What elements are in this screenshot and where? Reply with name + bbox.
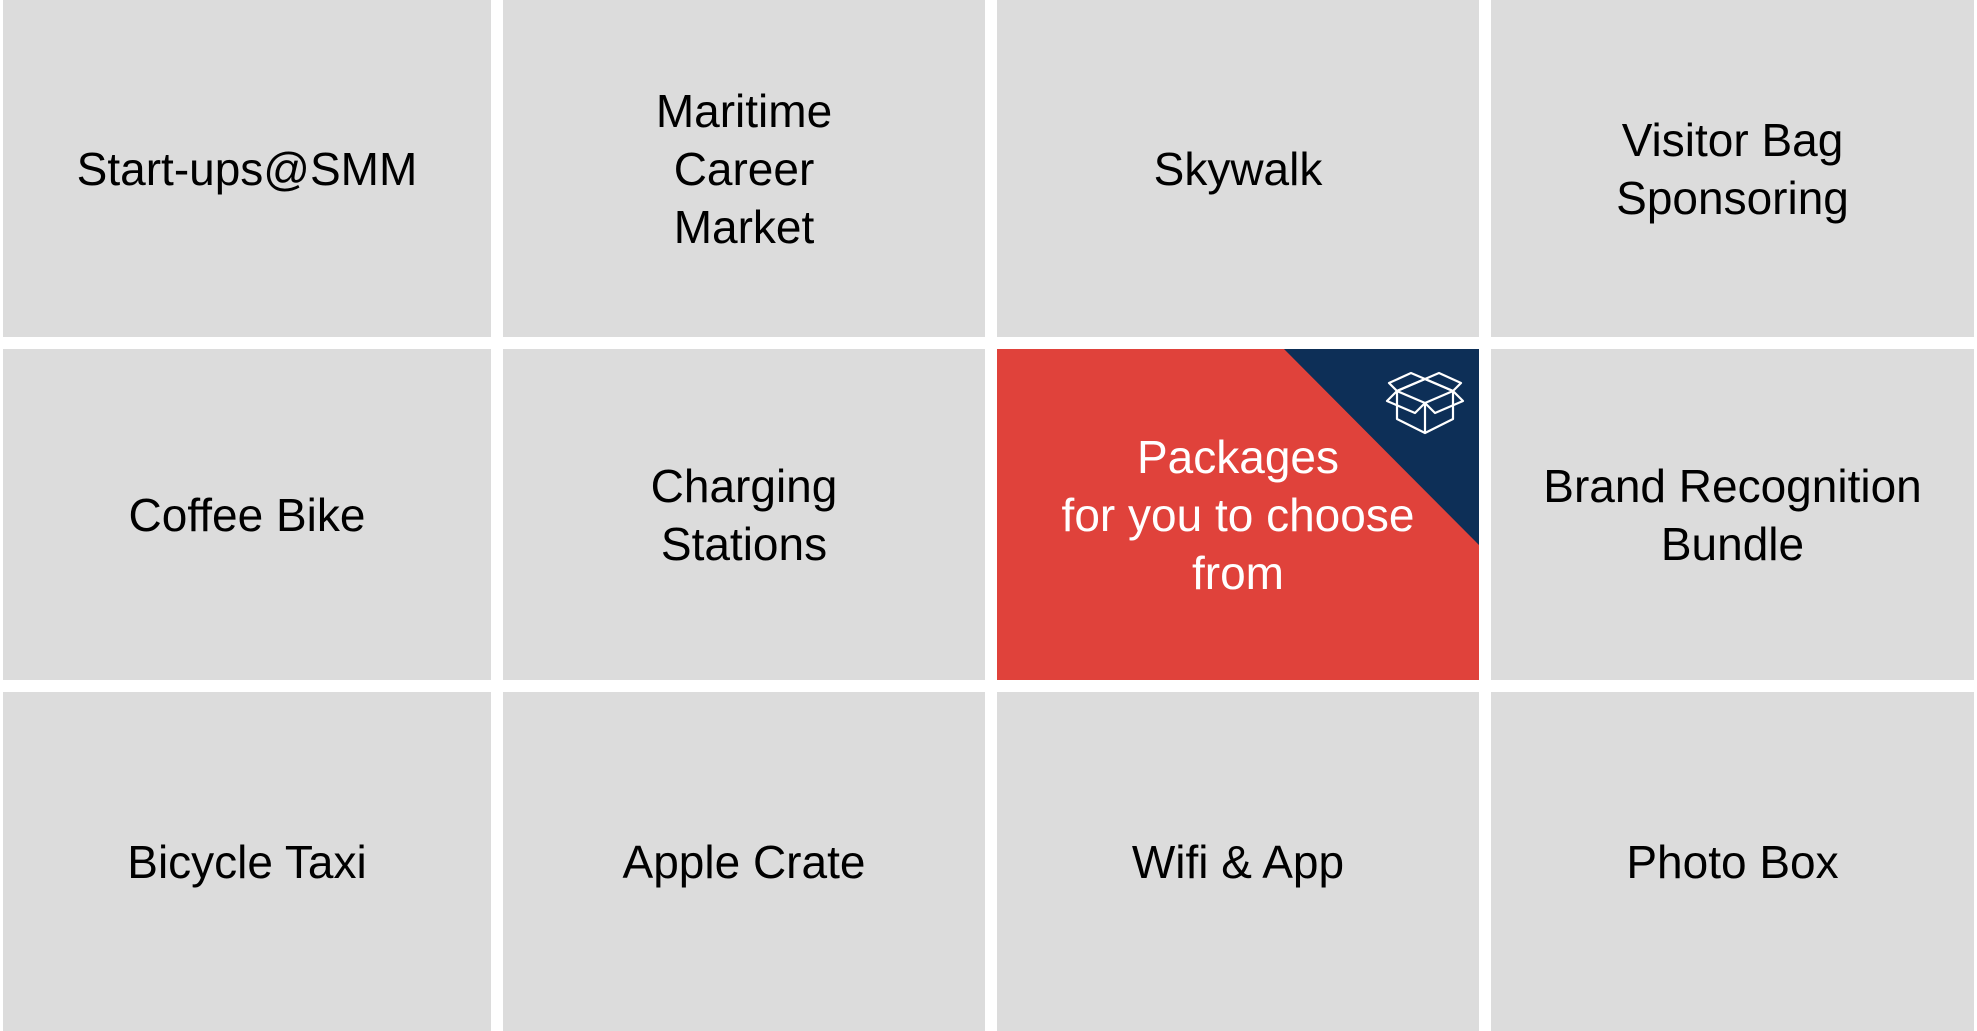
sponsoring-tiles-grid: Start-ups@SMM Maritime Career Market Sky… — [0, 0, 1977, 1031]
tile-charging-stations[interactable]: Charging Stations — [503, 349, 985, 680]
tile-apple-crate[interactable]: Apple Crate — [503, 692, 985, 1031]
tile-packages[interactable]: Packages for you to choose from — [997, 349, 1479, 680]
tile-label: Skywalk — [1153, 142, 1323, 195]
tile-label: Photo Box — [1626, 835, 1839, 888]
tile-label: Wifi & App — [1131, 835, 1345, 888]
tile-label: Brand Recognition Bundle — [1543, 459, 1922, 570]
tile-visitor-bag-sponsoring[interactable]: Visitor Bag Sponsoring — [1491, 0, 1974, 337]
tile-coffee-bike[interactable]: Coffee Bike — [3, 349, 491, 680]
tile-wifi-app[interactable]: Wifi & App — [997, 692, 1479, 1031]
tile-photo-box[interactable]: Photo Box — [1491, 692, 1974, 1031]
tile-label: Charging Stations — [650, 459, 838, 570]
tile-bicycle-taxi[interactable]: Bicycle Taxi — [3, 692, 491, 1031]
tile-label: Start-ups@SMM — [76, 142, 418, 195]
tile-maritime-career-market[interactable]: Maritime Career Market — [503, 0, 985, 337]
tile-label: Maritime Career Market — [655, 84, 833, 253]
tile-label: Bicycle Taxi — [127, 835, 367, 888]
tile-label: Apple Crate — [622, 835, 866, 888]
tile-brand-recognition-bundle[interactable]: Brand Recognition Bundle — [1491, 349, 1974, 680]
tile-label: Coffee Bike — [128, 488, 366, 541]
tile-start-ups[interactable]: Start-ups@SMM — [3, 0, 491, 337]
tile-skywalk[interactable]: Skywalk — [997, 0, 1479, 337]
tile-label: Packages for you to choose from — [1061, 430, 1415, 599]
tile-label: Visitor Bag Sponsoring — [1616, 113, 1849, 224]
